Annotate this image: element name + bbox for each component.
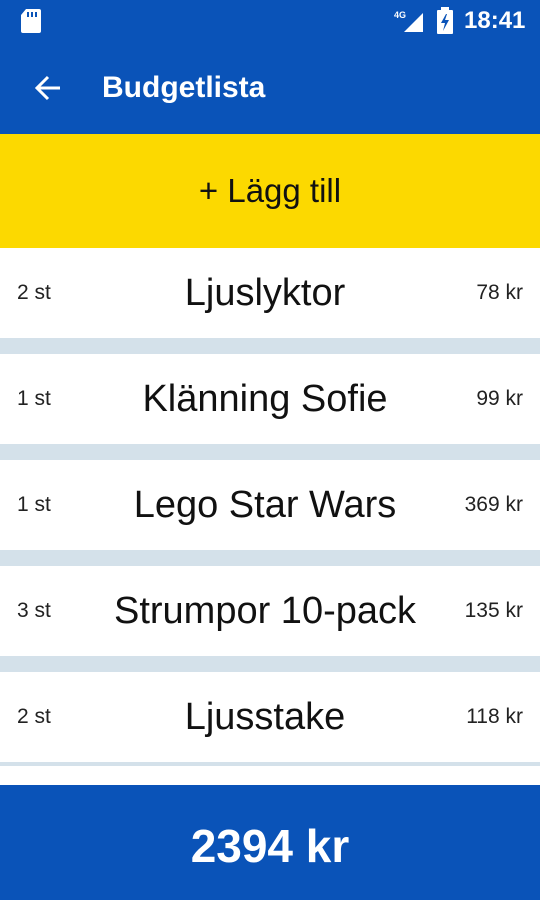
list-item[interactable]: 2 st Ljusstake 118 kr <box>0 672 540 762</box>
item-quantity: 3 st <box>17 599 51 622</box>
item-name: Ljusstake <box>184 696 346 738</box>
list-item[interactable]: 1 st Klänning Sofie 99 kr <box>0 354 540 444</box>
network-type-label: 4G <box>394 10 406 20</box>
item-price: 135 kr <box>464 599 523 622</box>
total-bar: 2394 kr <box>0 785 540 900</box>
item-price: 118 kr <box>466 705 523 728</box>
list-item-partial[interactable] <box>0 766 540 786</box>
signal-icon: 4G <box>394 10 423 32</box>
status-clock: 18:41 <box>464 7 526 34</box>
item-price: 99 kr <box>476 387 523 410</box>
app-bar: Budgetlista <box>0 42 540 134</box>
screen: 4G 18:41 Budgetlista + Lägg till 2 st Lj… <box>0 0 540 900</box>
item-name: Ljuslyktor <box>184 272 346 314</box>
item-quantity: 1 st <box>17 387 51 410</box>
total-amount: 2394 kr <box>190 819 350 872</box>
add-item-button[interactable]: + Lägg till <box>0 134 540 248</box>
item-name: Strumpor 10-pack <box>113 590 416 632</box>
page-title: Budgetlista <box>102 71 266 104</box>
battery-icon <box>437 7 453 34</box>
item-price: 78 kr <box>476 281 523 304</box>
list-item[interactable]: 2 st Ljuslyktor 78 kr <box>0 248 540 338</box>
list-item[interactable]: 1 st Lego Star Wars 369 kr <box>0 460 540 550</box>
item-name: Lego Star Wars <box>133 484 397 526</box>
status-bar: 4G 18:41 <box>0 0 540 42</box>
item-quantity: 2 st <box>17 281 51 304</box>
back-button[interactable] <box>24 64 72 112</box>
item-price: 369 kr <box>464 493 523 516</box>
item-quantity: 2 st <box>17 705 51 728</box>
list-item[interactable]: 3 st Strumpor 10-pack 135 kr <box>0 566 540 656</box>
item-quantity: 1 st <box>17 493 51 516</box>
sd-card-icon <box>21 9 41 33</box>
arrow-left-icon <box>34 75 60 101</box>
item-name: Klänning Sofie <box>142 378 388 420</box>
